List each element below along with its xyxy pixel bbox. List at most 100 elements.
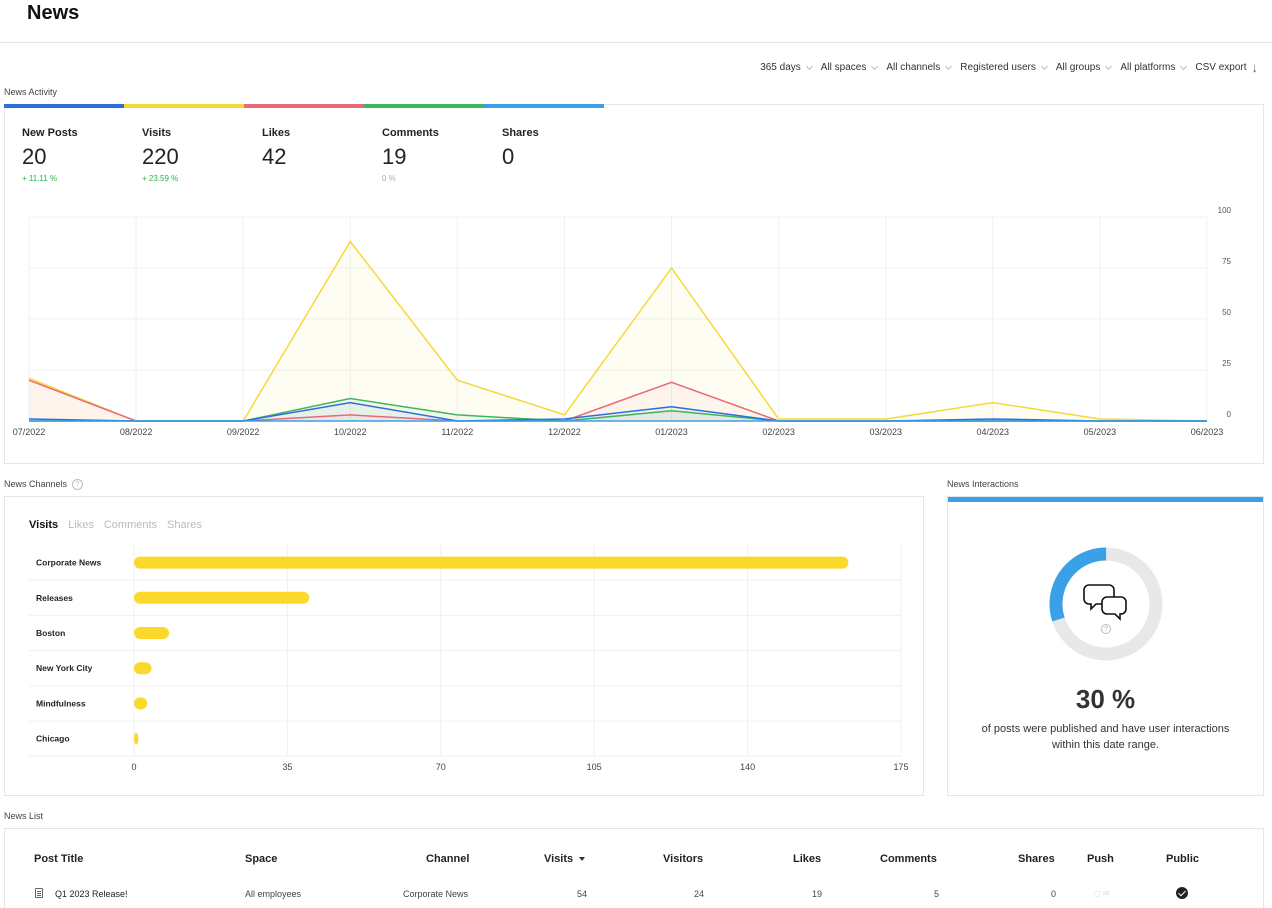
chevron-down-icon [871,62,878,69]
tab-shares[interactable]: Shares [167,519,202,531]
metric-visits[interactable]: Visits 220 + 23.59 % [142,127,262,183]
metric-value: 19 [382,144,502,170]
filter-date-range[interactable]: 365 days [760,62,812,73]
news-interactions-card: ? 30 % of posts were published and have … [947,496,1264,796]
news-list-label: News List [4,811,43,821]
help-icon[interactable]: ? [72,479,83,490]
metric-likes[interactable]: Likes 42 [262,127,382,174]
x-tick-label: 70 [436,762,446,772]
filter-label: All groups [1056,62,1100,73]
news-activity-label: News Activity [4,87,57,97]
category-label: Corporate News [36,558,101,568]
bar [134,662,152,674]
metric-color-bar [484,104,604,108]
chevron-down-icon [806,62,813,69]
category-label: Releases [36,593,73,603]
column-header-label: Visits [544,853,573,865]
metric-color-bars [4,104,604,108]
x-tick-label: 09/2022 [227,427,260,437]
filter-platforms[interactable]: All platforms [1120,62,1186,73]
metric-comments[interactable]: Comments 19 0 % [382,127,502,183]
metric-change: + 23.59 % [142,174,262,183]
filter-spaces[interactable]: All spaces [821,62,878,73]
x-tick-label: 03/2023 [869,427,902,437]
filter-label: All spaces [821,62,867,73]
bar [134,733,138,745]
page-title: News [27,2,79,25]
metric-label: New Posts [22,127,142,139]
x-tick-label: 05/2023 [1084,427,1117,437]
metric-color-bar [244,104,364,108]
row-channel: Corporate News [403,889,468,899]
news-channels-chart: 03570105140175Corporate NewsReleasesBost… [5,537,923,777]
row-space: All employees [245,889,301,899]
column-header-channel[interactable]: Channel [426,853,469,865]
x-tick-label: 0 [131,762,136,772]
metric-color-bar [364,104,484,108]
x-tick-label: 105 [587,762,602,772]
filter-label: All platforms [1120,62,1175,73]
page-header: News [0,0,1272,43]
help-icon[interactable]: ? [1101,624,1111,634]
news-channels-label: News Channels? [4,479,83,490]
interactions-percent: 30 % [948,684,1263,715]
category-label: New York City [36,663,93,673]
csv-export-button[interactable]: CSV export↓ [1195,60,1258,75]
column-header-visits[interactable]: Visits [544,853,585,865]
metric-label: Likes [262,127,382,139]
news-interactions-label: News Interactions [947,479,1019,489]
push-bell-icon[interactable]: ◻ ✉ [1094,889,1110,898]
tab-likes[interactable]: Likes [68,519,94,531]
row-visitors: 24 [694,889,704,899]
category-label: Boston [36,628,65,638]
chevron-down-icon [945,62,952,69]
public-check-icon [1176,887,1188,899]
x-tick-label: 07/2022 [13,427,46,437]
x-tick-label: 06/2023 [1191,427,1224,437]
metric-color-bar [124,104,244,108]
column-header-space[interactable]: Space [245,853,277,865]
news-activity-card: New Posts 20 + 11.11 % Visits 220 + 23.5… [4,104,1264,464]
column-header-post-title[interactable]: Post Title [34,853,83,865]
x-tick-label: 01/2023 [655,427,688,437]
chat-bubbles-icon [1084,585,1126,619]
filter-groups[interactable]: All groups [1056,62,1111,73]
news-channels-card: Visits Likes Comments Shares 03570105140… [4,496,924,796]
column-header-likes[interactable]: Likes [793,853,821,865]
x-tick-label: 175 [893,762,908,772]
x-tick-label: 04/2023 [977,427,1010,437]
filter-label: 365 days [760,62,801,73]
metric-change: 0 % [382,174,502,183]
metric-shares[interactable]: Shares 0 [502,127,622,174]
column-header-push[interactable]: Push [1087,853,1114,865]
metric-value: 0 [502,144,622,170]
row-visits: 54 [577,889,587,899]
interactions-color-bar [948,497,1263,502]
category-label: Chicago [36,734,70,744]
metric-label: Comments [382,127,502,139]
y-tick-label: 100 [1218,206,1232,215]
row-post-title[interactable]: Q1 2023 Release! [55,889,128,899]
sort-down-icon [579,857,585,861]
metric-label: Visits [142,127,262,139]
metric-new-posts[interactable]: New Posts 20 + 11.11 % [22,127,142,183]
column-header-visitors[interactable]: Visitors [663,853,703,865]
news-list-table: Post Title Space Channel Visits Visitors… [4,828,1264,908]
column-header-shares[interactable]: Shares [1018,853,1055,865]
row-likes: 19 [812,889,822,899]
document-icon [35,888,43,898]
column-header-comments[interactable]: Comments [880,853,937,865]
filter-users[interactable]: Registered users [960,62,1047,73]
chevron-down-icon [1180,62,1187,69]
tab-visits[interactable]: Visits [29,519,58,531]
filter-channels[interactable]: All channels [886,62,951,73]
category-label: Mindfulness [36,698,86,708]
tab-comments[interactable]: Comments [104,519,157,531]
chevron-down-icon [1105,62,1112,69]
row-shares: 0 [1051,889,1056,899]
metric-change: + 11.11 % [22,174,142,183]
x-tick-label: 02/2023 [762,427,795,437]
column-header-public[interactable]: Public [1166,853,1199,865]
bar [134,592,309,604]
bar [134,697,147,709]
